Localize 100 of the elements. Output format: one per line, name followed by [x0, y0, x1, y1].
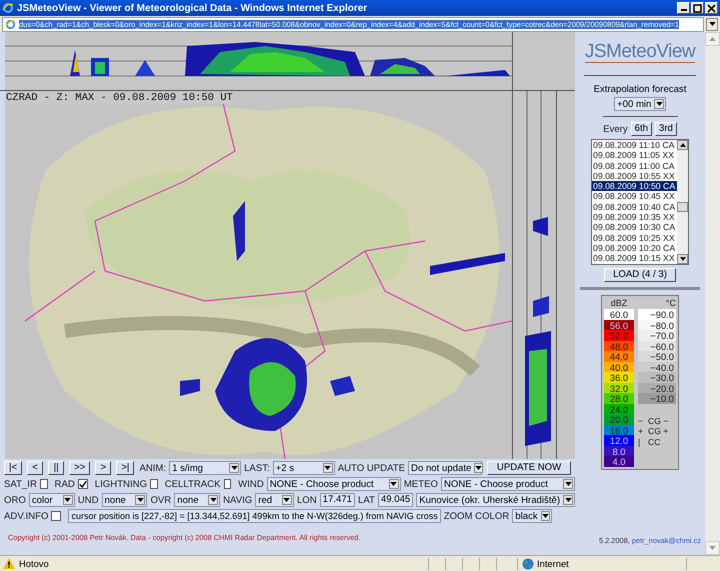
globe-icon	[522, 558, 534, 570]
close-button[interactable]	[705, 2, 718, 14]
meteo-select[interactable]: NONE - Choose product	[440, 477, 575, 491]
dbz-swatch: 24.0	[604, 404, 634, 414]
dbz-swatch: 56.0	[604, 320, 634, 330]
layer-checkbox[interactable]	[224, 479, 232, 489]
time-item[interactable]: 09.08.2009 10:20 CA	[592, 242, 677, 254]
temperature-swatch: −60.0	[638, 340, 676, 351]
layer-checkbox[interactable]	[40, 479, 48, 489]
temperature-swatch: −90.0	[638, 309, 676, 320]
dbz-swatch: 12.0	[604, 435, 634, 446]
time-item[interactable]: 09.08.2009 10:50 CA	[592, 181, 677, 192]
dbz-swatch: 28.0	[604, 393, 634, 404]
dropdown-arrow-icon	[388, 479, 399, 489]
temperature-swatch: −80.0	[638, 320, 676, 330]
caret-icon	[708, 22, 716, 26]
time-item[interactable]: 09.08.2009 11:00 CA	[592, 160, 677, 171]
time-item[interactable]: 09.08.2009 11:05 XX	[592, 150, 677, 161]
extrapolation-label: Extrapolation forecast	[594, 84, 686, 95]
playback-button[interactable]: ||	[48, 461, 64, 475]
time-item[interactable]: 09.08.2009 10:55 XX	[592, 170, 677, 182]
dropdown-arrow-icon	[135, 495, 146, 505]
ovr-select[interactable]: none	[174, 493, 220, 507]
minimize-button[interactable]	[677, 2, 690, 14]
warning-icon	[3, 558, 15, 569]
map-caption: CZRAD - Z: MAX - 09.08.2009 10:50 UT	[6, 92, 233, 104]
auto-update-label: AUTO UPDATE	[338, 462, 406, 474]
playback-button[interactable]: >|	[116, 461, 134, 475]
playback-button[interactable]: <	[27, 461, 44, 475]
oro-select[interactable]: color	[28, 493, 75, 507]
last-select[interactable]: +2 s	[272, 461, 335, 475]
wind-select[interactable]: NONE - Choose product	[266, 477, 401, 491]
dropdown-arrow-icon	[540, 511, 550, 521]
adv-info-checkbox[interactable]	[51, 511, 62, 521]
up-arrow-icon	[709, 37, 716, 41]
list-scrollbar[interactable]	[677, 140, 688, 264]
anim-label: ANIM:	[139, 462, 166, 474]
zone-text: Internet	[537, 558, 569, 569]
time-item[interactable]: 09.08.2009 10:40 CA	[592, 202, 677, 212]
dropdown-arrow-icon	[563, 479, 573, 489]
playback-button[interactable]: >	[95, 461, 112, 475]
cursor-info-field: cursor position is [227,-82] = [13.344,52.691] 499km to the N-W(326deg.) from NAVIG cross	[68, 509, 441, 523]
update-now-button[interactable]: UPDATE NOW	[487, 461, 572, 475]
scrollbar-thumb[interactable]	[677, 202, 688, 212]
lon-label: LON	[296, 494, 317, 506]
app-logo: JSMeteoView	[584, 42, 696, 63]
playback-button[interactable]: >>	[69, 461, 90, 475]
und-label: UND	[78, 494, 99, 506]
dbz-swatch: 20.0	[604, 414, 634, 424]
playback-button[interactable]: |<	[4, 461, 22, 475]
layer-checkbox[interactable]	[150, 479, 158, 489]
time-item[interactable]: 09.08.2009 10:25 XX	[592, 232, 677, 243]
dbz-swatch: 4.0	[604, 456, 634, 466]
time-item[interactable]: 09.08.2009 10:30 CA	[592, 222, 677, 233]
up-arrow-icon	[680, 143, 686, 147]
extrapolation-select[interactable]: +00 min	[614, 97, 666, 111]
dbz-swatch: 52.0	[604, 330, 634, 340]
every-button[interactable]: 6th	[630, 122, 652, 136]
time-item[interactable]: 09.08.2009 11:10 CA	[592, 140, 677, 150]
lightning-label: CC	[648, 436, 660, 447]
lat-label: LAT	[358, 494, 375, 506]
temperature-swatch: −50.0	[638, 351, 676, 362]
temperature-swatch: −10.0	[638, 393, 676, 404]
page-scrollbar[interactable]	[705, 32, 720, 555]
dbz-swatch: 44.0	[604, 351, 634, 362]
auto-update-select[interactable]: Do not update	[408, 461, 482, 475]
maximize-button[interactable]	[691, 2, 704, 14]
zoom-color-select[interactable]: black	[512, 509, 552, 523]
lon-field[interactable]: 17.471	[320, 493, 356, 507]
navig-select[interactable]: red	[255, 493, 294, 507]
every-button[interactable]: 3rd	[655, 122, 677, 136]
anim-select[interactable]: 1 s/img	[169, 461, 242, 475]
temperature-swatch: −30.0	[638, 372, 676, 382]
lat-field[interactable]: 49.045	[378, 493, 414, 507]
load-button[interactable]: LOAD (4 / 3)	[604, 268, 676, 282]
oro-label: ORO	[4, 494, 26, 506]
ovr-label: OVR	[150, 494, 172, 506]
dbz-swatch: 32.0	[604, 382, 634, 393]
dropdown-arrow-icon	[563, 495, 574, 505]
layer-label: SAT_IR	[4, 478, 37, 490]
layer-checkbox[interactable]	[78, 479, 88, 489]
lightning-symbol: |	[638, 436, 642, 447]
dropdown-arrow-icon	[282, 495, 292, 505]
meteo-label: METEO	[404, 478, 438, 490]
time-item[interactable]: 09.08.2009 10:35 XX	[592, 212, 677, 222]
time-item[interactable]: 09.08.2009 10:15 XX	[592, 253, 677, 264]
down-arrow-icon	[709, 546, 716, 550]
status-text: Hotovo	[19, 558, 50, 569]
layer-label: RAD	[54, 478, 75, 490]
dropdown-arrow-icon	[62, 495, 73, 505]
location-select[interactable]: Kunovice (okr. Uherské Hradiště)	[416, 493, 576, 507]
maximize-icon	[693, 4, 702, 12]
dropdown-button[interactable]	[706, 18, 718, 30]
dropdown-arrow-icon	[474, 463, 484, 473]
time-item[interactable]: 09.08.2009 10:45 XX	[592, 191, 677, 202]
layer-label: CELLTRACK	[164, 478, 221, 490]
dbz-swatch: 48.0	[604, 340, 634, 351]
last-label: LAST:	[244, 462, 270, 474]
dbz-swatch: 40.0	[604, 362, 634, 372]
und-select[interactable]: none	[102, 493, 148, 507]
